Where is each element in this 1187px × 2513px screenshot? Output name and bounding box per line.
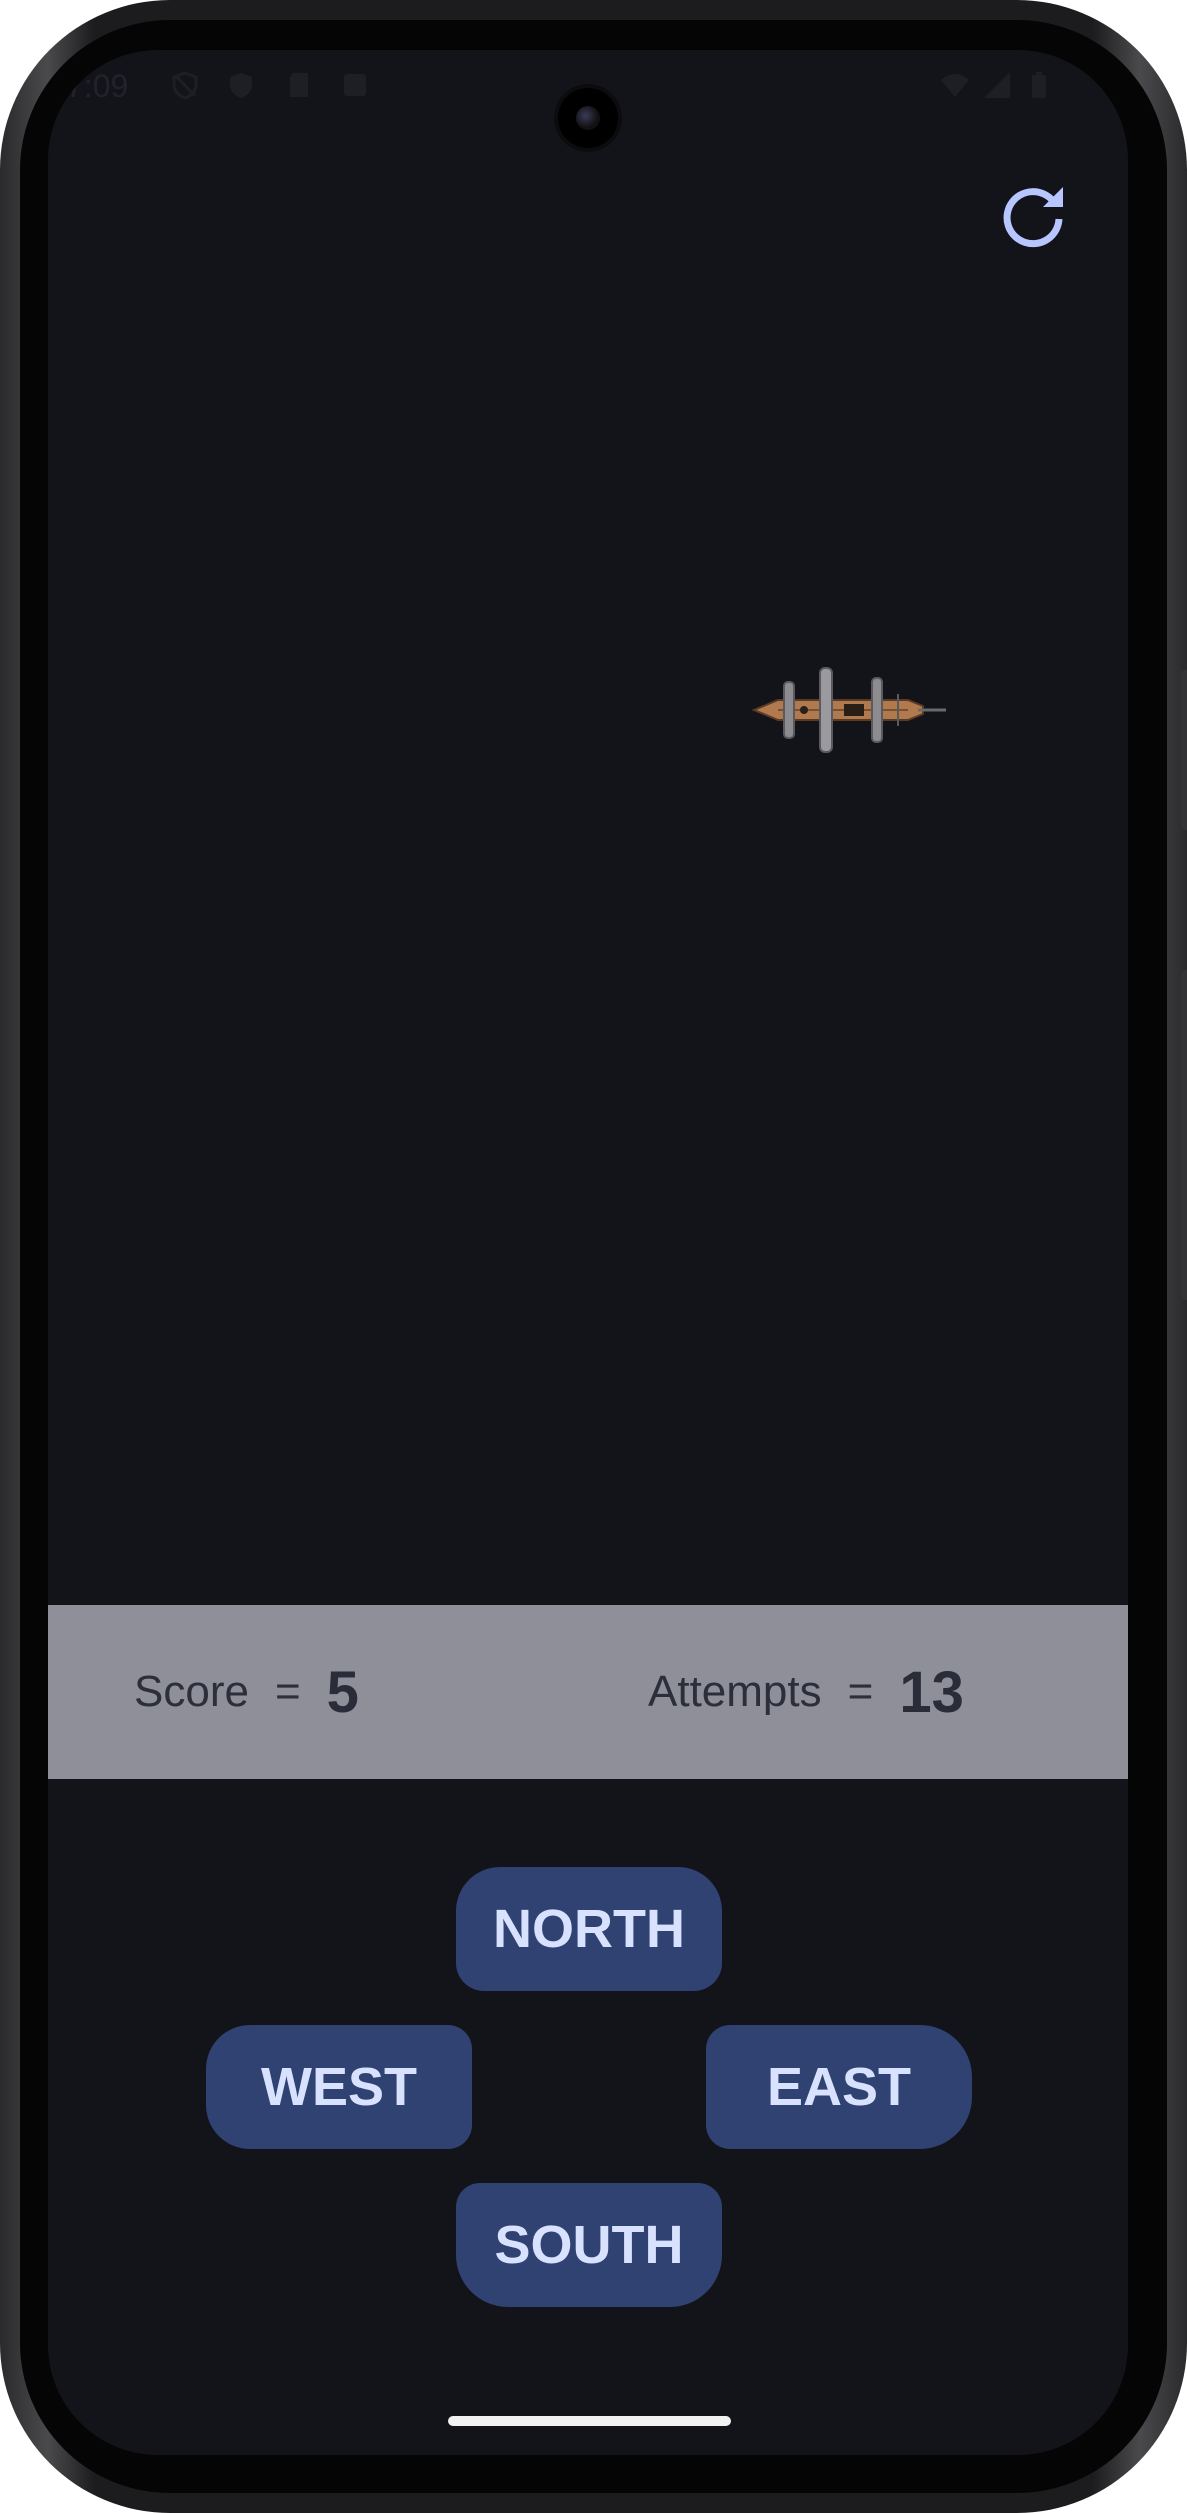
volume-button bbox=[1181, 670, 1187, 830]
score-value: 5 bbox=[326, 1659, 359, 1725]
battery-icon bbox=[1032, 72, 1046, 98]
signal-icon bbox=[984, 72, 1010, 98]
shield-outline-icon bbox=[172, 71, 198, 100]
wifi-icon bbox=[941, 74, 969, 97]
home-indicator[interactable] bbox=[448, 2416, 731, 2426]
score-display: Score = 5 bbox=[134, 1605, 359, 1779]
attempts-label: Attempts bbox=[648, 1667, 822, 1716]
pirate-ship-icon bbox=[751, 667, 946, 753]
shield-play-icon bbox=[230, 73, 252, 98]
west-button[interactable]: WEST bbox=[206, 2025, 472, 2149]
sd-card-icon bbox=[290, 73, 308, 97]
north-button[interactable]: NORTH bbox=[456, 1867, 722, 1991]
score-bar: Score = 5 Attempts = 13 bbox=[48, 1605, 1128, 1779]
attempts-equals: = bbox=[847, 1667, 874, 1716]
refresh-icon bbox=[1003, 187, 1063, 248]
south-button[interactable]: SOUTH bbox=[456, 2183, 722, 2307]
front-camera bbox=[558, 88, 618, 148]
attempts-value: 13 bbox=[899, 1659, 964, 1725]
status-time: 7:09 bbox=[66, 68, 129, 104]
power-button bbox=[1181, 970, 1187, 1300]
game-board bbox=[48, 260, 1128, 1610]
phone-frame: 7:09 Score = 5 Attempts = 13 NORTH WEST … bbox=[0, 0, 1187, 2513]
reset-button[interactable] bbox=[988, 170, 1078, 260]
east-button[interactable]: EAST bbox=[706, 2025, 972, 2149]
score-equals: = bbox=[274, 1667, 301, 1716]
score-label: Score bbox=[134, 1667, 249, 1716]
attempts-display: Attempts = 13 bbox=[648, 1605, 964, 1779]
app-screen: 7:09 Score = 5 Attempts = 13 NORTH WEST … bbox=[48, 50, 1128, 2455]
a-box-icon bbox=[344, 74, 366, 96]
